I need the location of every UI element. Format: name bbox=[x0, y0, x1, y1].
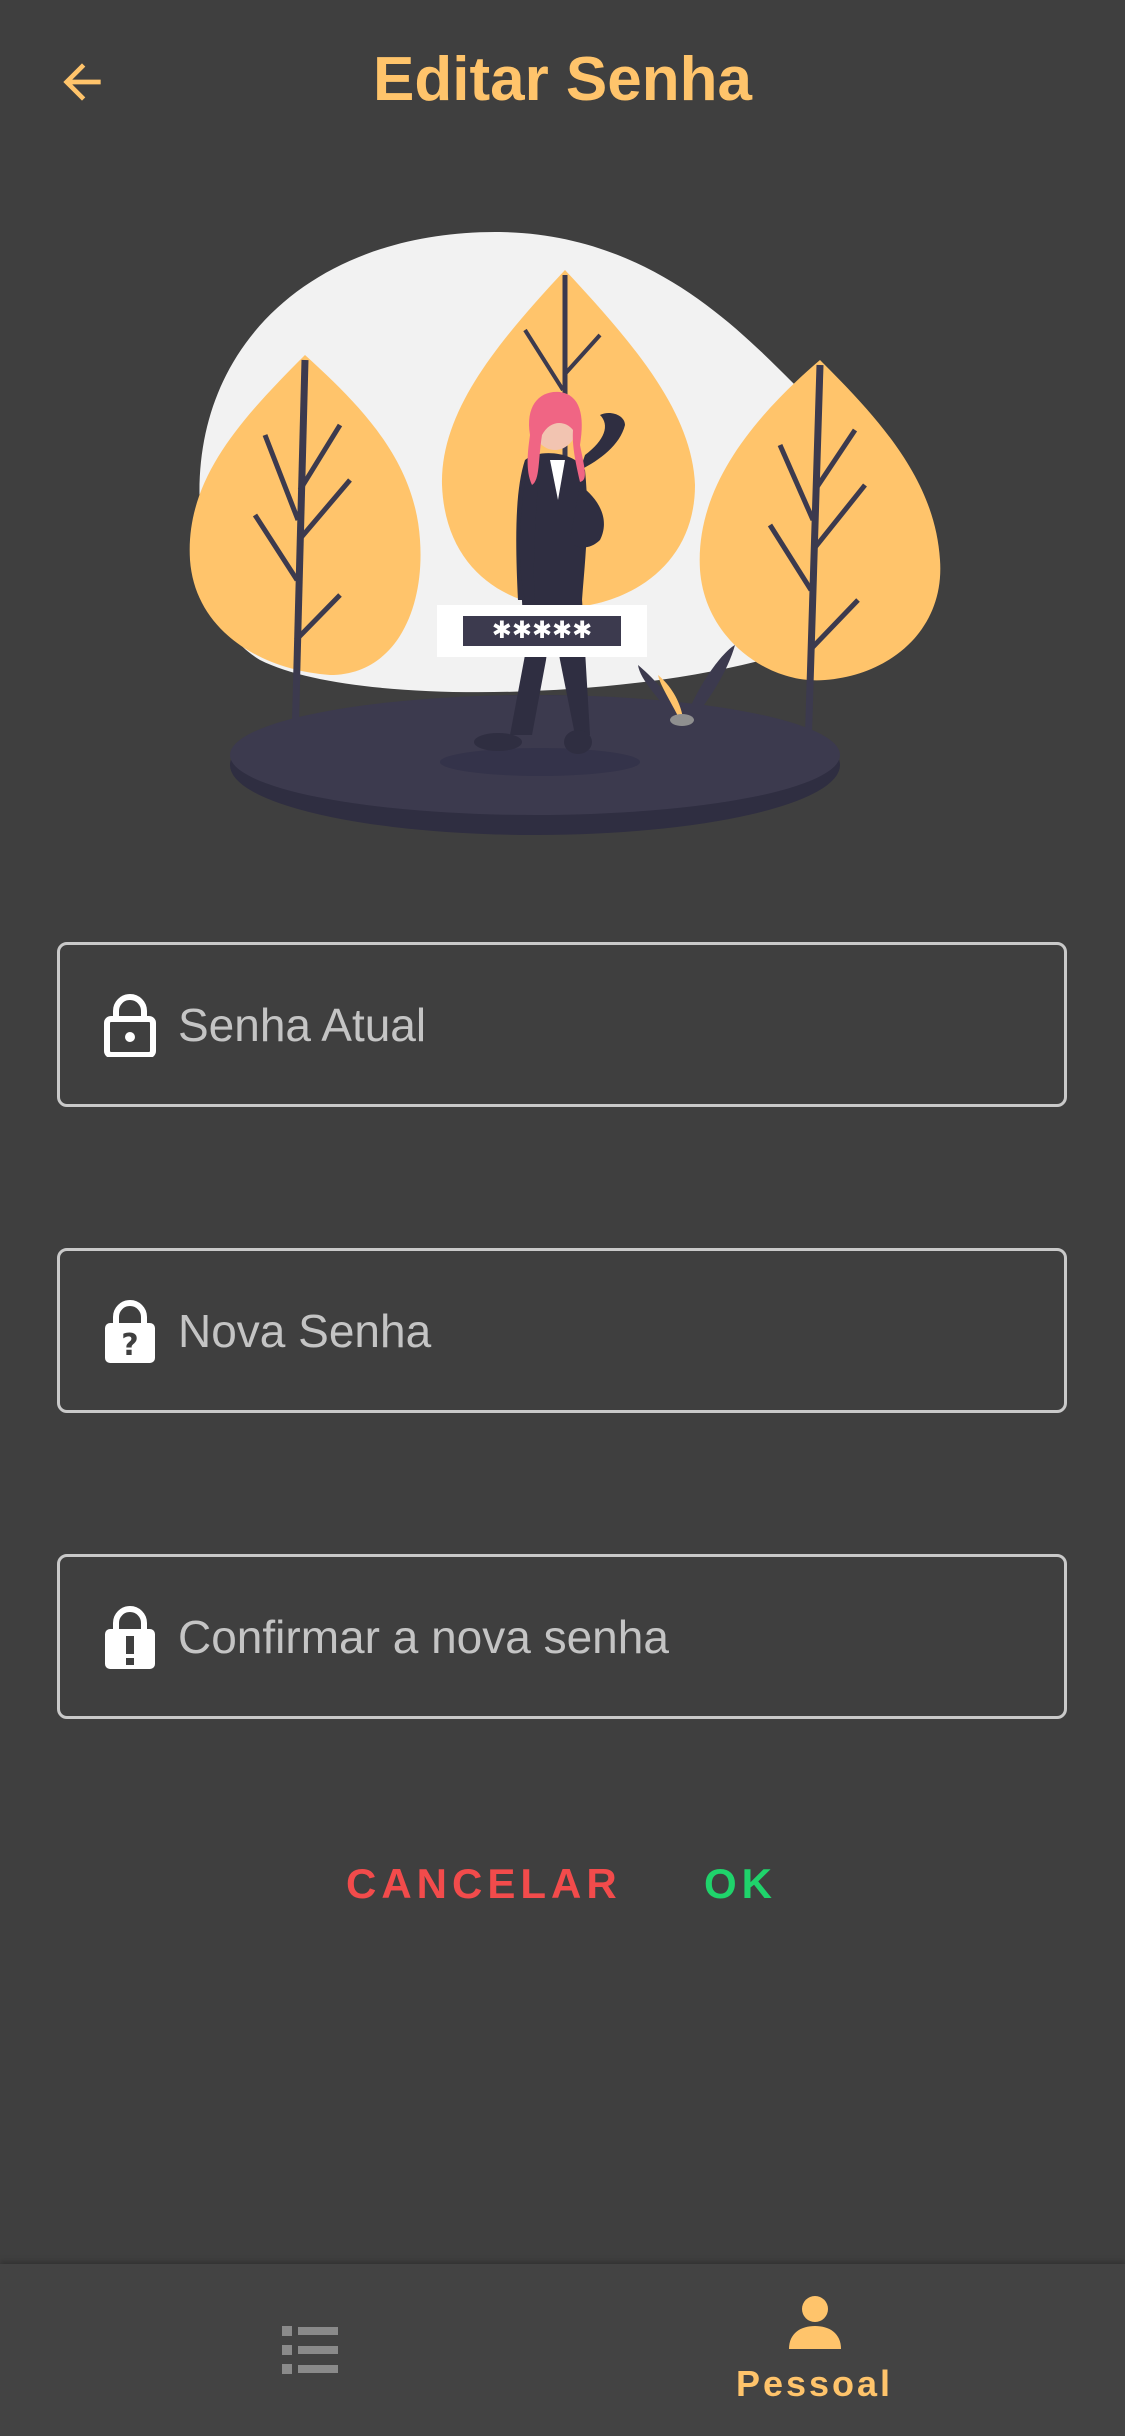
confirm-password-input[interactable] bbox=[178, 1609, 1064, 1664]
current-password-input[interactable] bbox=[178, 997, 1064, 1052]
lock-alert-icon bbox=[102, 1605, 158, 1669]
lock-question-icon: ? bbox=[102, 1299, 158, 1363]
form-actions: CANCELAR OK bbox=[0, 1860, 1125, 1920]
ok-button[interactable]: OK bbox=[704, 1860, 777, 1908]
page-title: Editar Senha bbox=[373, 45, 752, 114]
password-illustration: ✱✱✱✱✱ bbox=[180, 220, 950, 860]
password-sign: ✱✱✱✱✱ bbox=[437, 605, 647, 657]
cancel-button[interactable]: CANCELAR bbox=[346, 1860, 622, 1908]
current-password-field[interactable] bbox=[57, 942, 1067, 1107]
new-password-input[interactable] bbox=[178, 1303, 1064, 1358]
password-mask-text: ✱✱✱✱✱ bbox=[492, 616, 593, 644]
lock-icon bbox=[102, 993, 158, 1057]
nav-item-list[interactable] bbox=[30, 2264, 590, 2436]
person-icon bbox=[788, 2296, 841, 2349]
app-bar: Editar Senha bbox=[0, 0, 1125, 170]
nav-label-pessoal: Pessoal bbox=[735, 2363, 894, 2404]
new-password-field[interactable]: ? bbox=[57, 1248, 1067, 1413]
confirm-password-field[interactable] bbox=[57, 1554, 1067, 1719]
svg-text:?: ? bbox=[121, 1328, 138, 1363]
nav-item-pessoal[interactable]: Pessoal bbox=[532, 2264, 1097, 2436]
list-icon bbox=[282, 2326, 338, 2374]
bottom-navigation: Pessoal bbox=[0, 2264, 1125, 2436]
